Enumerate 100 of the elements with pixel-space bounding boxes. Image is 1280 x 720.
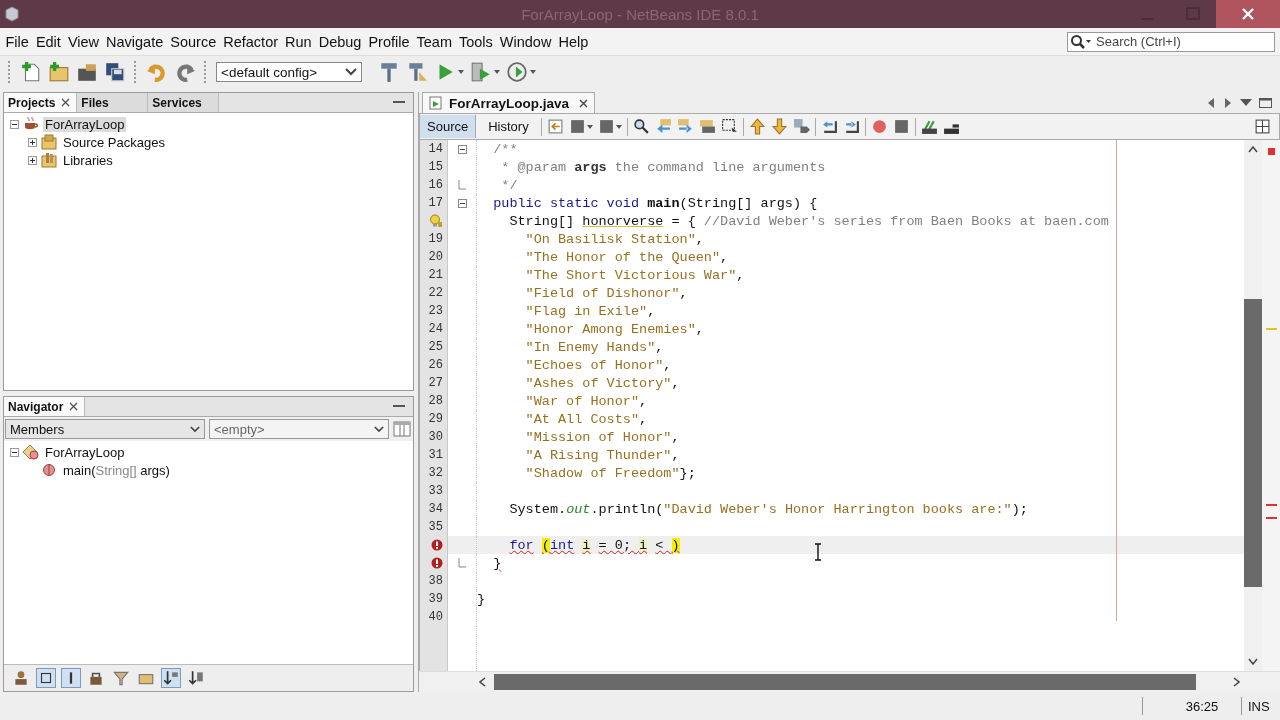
line-number: 15	[428, 160, 443, 174]
scroll-left-icon[interactable]	[479, 677, 486, 687]
sort-icon[interactable]	[187, 669, 205, 687]
hammer-icon[interactable]	[378, 61, 400, 83]
menu-item[interactable]: File	[2, 33, 33, 50]
config-dropdown[interactable]: <default config>	[216, 62, 362, 82]
file-tab[interactable]: ForArrayLoop.java	[422, 92, 596, 113]
open-folder-icon[interactable]	[76, 61, 98, 83]
code-line: }	[477, 591, 486, 607]
down-arrow-icon[interactable]	[770, 118, 788, 135]
square-icon[interactable]	[37, 669, 55, 687]
menu-item[interactable]: Source	[166, 33, 220, 50]
scroll-right-icon[interactable]	[1223, 96, 1233, 109]
stop-icon[interactable]	[892, 118, 910, 135]
maximize-icon[interactable]	[1259, 97, 1272, 108]
save-all-icon[interactable]	[104, 61, 126, 83]
collapse-icon[interactable]	[10, 447, 19, 457]
close-icon[interactable]	[579, 98, 589, 108]
highlight-icon[interactable]	[698, 118, 716, 135]
horizontal-scrollbar[interactable]	[419, 671, 1280, 692]
caret-icon[interactable]	[586, 124, 593, 129]
error-icon[interactable]	[431, 539, 443, 551]
caret-icon[interactable]	[494, 70, 500, 74]
menu-item[interactable]: Debug	[315, 33, 365, 50]
gauge-icon[interactable]	[506, 61, 528, 83]
panel-tab[interactable]: Projects	[4, 93, 78, 112]
code-line: "On Basilisk Station",	[524, 231, 704, 247]
line-number: 30	[428, 430, 443, 444]
comment-icon[interactable]	[920, 118, 938, 135]
line-number: 17	[428, 196, 443, 210]
menu-item[interactable]: Tools	[455, 33, 497, 50]
tree-item[interactable]: Libraries	[61, 152, 115, 168]
last-edit-icon[interactable]	[546, 118, 564, 135]
scroll-thumb[interactable]	[1244, 299, 1262, 587]
tree-item[interactable]: ForArrayLoop	[43, 116, 127, 132]
tree-item[interactable]: Source Packages	[61, 134, 167, 150]
line-number: 34	[428, 502, 443, 516]
panel-tab[interactable]: Files	[77, 93, 149, 112]
caret-icon[interactable]	[458, 70, 464, 74]
bar-icon[interactable]	[62, 669, 80, 687]
close-icon[interactable]	[61, 98, 71, 107]
vertical-scrollbar[interactable]	[1244, 140, 1262, 671]
search-icon[interactable]	[1070, 33, 1092, 50]
menu-item[interactable]: Edit	[32, 33, 65, 50]
expand-icon[interactable]	[28, 155, 37, 165]
menu-item[interactable]: View	[64, 33, 103, 50]
members-dropdown[interactable]: Members	[5, 419, 205, 439]
hammer-broom-icon[interactable]	[406, 61, 428, 83]
caret-position: 36:25	[1184, 698, 1220, 714]
collapse-icon[interactable]	[10, 119, 19, 129]
toggle-bookmark-icon[interactable]	[792, 118, 810, 135]
scroll-left-icon[interactable]	[1206, 96, 1216, 109]
menu-item[interactable]: Refactor	[219, 33, 282, 50]
tree-item[interactable]: ForArrayLoop	[43, 444, 127, 460]
record-icon[interactable]	[870, 118, 888, 135]
dropdown-icon[interactable]	[1240, 98, 1252, 107]
scroll-right-icon[interactable]	[1233, 677, 1240, 687]
new-file-icon[interactable]	[20, 61, 42, 83]
line-number: 33	[428, 484, 443, 498]
redo-icon[interactable]	[174, 61, 196, 83]
menu-item[interactable]: Team	[413, 33, 456, 50]
method-icon	[41, 462, 57, 478]
close-button[interactable]	[1216, 0, 1280, 28]
caret-icon[interactable]	[530, 70, 536, 74]
shift-left-icon[interactable]	[820, 118, 838, 135]
scroll-down-icon[interactable]	[1248, 658, 1258, 665]
menu-item[interactable]: Help	[554, 33, 592, 50]
panel-tab[interactable]: Services	[148, 93, 220, 112]
people-icon[interactable]	[12, 669, 30, 687]
fold-icon[interactable]	[457, 198, 467, 208]
caret-icon[interactable]	[615, 124, 622, 129]
close-icon[interactable]	[69, 402, 79, 411]
panel-tab[interactable]: Navigator	[4, 397, 86, 416]
error-icon[interactable]	[431, 557, 443, 569]
split-icon[interactable]	[1254, 118, 1271, 135]
new-project-icon[interactable]	[48, 61, 70, 83]
menu-item[interactable]: Profile	[364, 33, 413, 50]
fold-icon[interactable]	[457, 144, 467, 154]
caret-icon	[190, 425, 200, 433]
tree-item[interactable]: main(String[] args)	[61, 462, 172, 478]
code-line: /**	[492, 141, 518, 157]
line-number: 40	[428, 610, 443, 624]
expand-icon[interactable]	[28, 137, 37, 147]
next-icon[interactable]	[676, 118, 694, 135]
up-arrow-icon[interactable]	[748, 118, 766, 135]
view-tab[interactable]: Source	[420, 115, 477, 138]
menu-item[interactable]: Run	[281, 33, 316, 50]
selection-icon[interactable]	[720, 118, 738, 135]
filter-icon[interactable]	[112, 669, 130, 687]
menu-item[interactable]: Navigate	[102, 33, 167, 50]
filter-dropdown[interactable]: <empty>	[209, 419, 389, 439]
debug-icon[interactable]	[470, 61, 492, 83]
java-file-icon	[429, 96, 443, 110]
search-field[interactable]: Search (Ctrl+I)	[1067, 31, 1275, 52]
sort-icon[interactable]	[162, 669, 180, 687]
search-icon[interactable]	[632, 118, 650, 135]
view-tab[interactable]: History	[481, 115, 536, 138]
menu-item[interactable]: Window	[496, 33, 555, 50]
scroll-thumb[interactable]	[494, 674, 1196, 690]
scroll-up-icon[interactable]	[1248, 146, 1258, 153]
